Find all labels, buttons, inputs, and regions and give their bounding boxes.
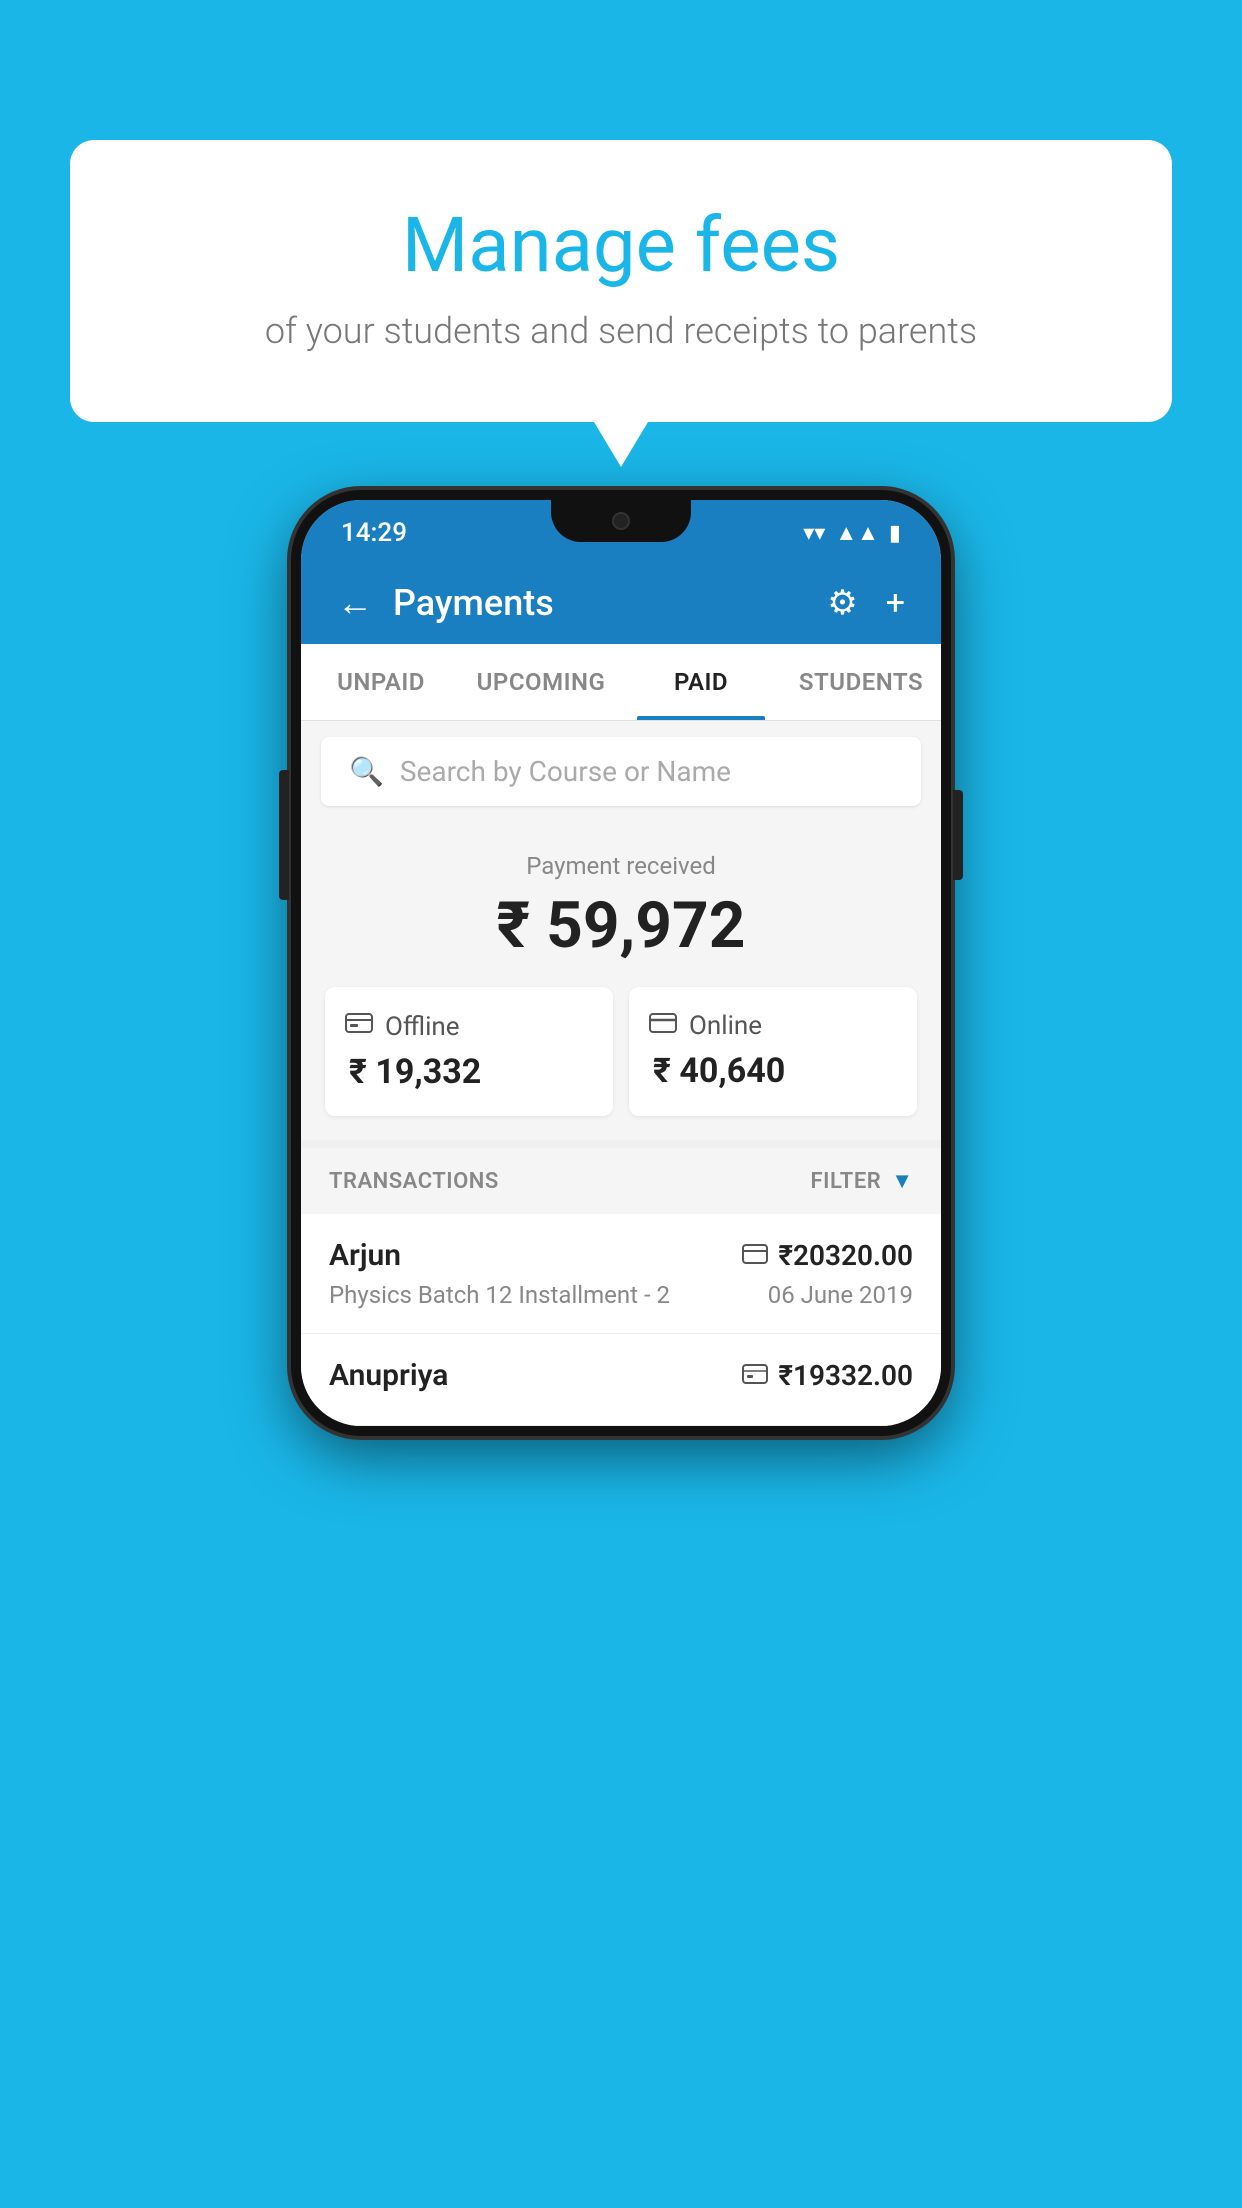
transactions-header: TRANSACTIONS FILTER ▼ [301, 1148, 941, 1214]
filter-icon: ▼ [891, 1168, 913, 1194]
search-container: 🔍 Search by Course or Name [301, 721, 941, 822]
online-icon [649, 1011, 677, 1041]
transaction-bottom-arjun: Physics Batch 12 Installment - 2 06 June… [329, 1281, 913, 1309]
online-card-header: Online [649, 1011, 897, 1041]
cash-payment-icon [742, 1362, 768, 1390]
search-icon: 🔍 [349, 755, 384, 788]
online-amount: ₹ 40,640 [649, 1051, 897, 1091]
bubble-title: Manage fees [120, 200, 1122, 290]
back-button[interactable]: ← [337, 582, 373, 624]
transaction-top-anupriya: Anupriya ₹19332.00 [329, 1358, 913, 1393]
phone-container: 14:29 ▾▾ ▲▲ ▮ ← Payments ⚙ + [291, 490, 951, 1436]
speech-bubble-container: Manage fees of your students and send re… [70, 140, 1172, 422]
table-row[interactable]: Anupriya ₹19332.00 [301, 1334, 941, 1426]
transaction-name: Arjun [329, 1238, 401, 1273]
transaction-amount: ₹19332.00 [778, 1359, 913, 1392]
filter-area[interactable]: FILTER ▼ [811, 1168, 913, 1194]
app-header: ← Payments ⚙ + [301, 562, 941, 644]
offline-label: Offline [385, 1012, 460, 1042]
notch [551, 500, 691, 542]
phone-frame: 14:29 ▾▾ ▲▲ ▮ ← Payments ⚙ + [291, 490, 951, 1436]
table-row[interactable]: Arjun ₹20320.00 Physics Batch 12 Install… [301, 1214, 941, 1334]
tab-paid[interactable]: PAID [621, 644, 781, 720]
speech-bubble: Manage fees of your students and send re… [70, 140, 1172, 422]
offline-card: Offline ₹ 19,332 [325, 987, 613, 1116]
offline-amount: ₹ 19,332 [345, 1052, 593, 1092]
card-payment-icon [742, 1242, 768, 1270]
header-right: ⚙ + [827, 583, 905, 623]
settings-icon[interactable]: ⚙ [827, 583, 857, 623]
status-time: 14:29 [341, 518, 407, 548]
tab-upcoming[interactable]: UPCOMING [461, 644, 621, 720]
transaction-amount: ₹20320.00 [778, 1239, 913, 1272]
header-left: ← Payments [337, 582, 554, 624]
tabs-bar: UNPAID UPCOMING PAID STUDENTS [301, 644, 941, 721]
filter-label: FILTER [811, 1169, 882, 1194]
camera [612, 512, 630, 530]
bubble-subtitle: of your students and send receipts to pa… [120, 310, 1122, 352]
online-label: Online [689, 1011, 762, 1041]
offline-card-header: Offline [345, 1011, 593, 1042]
payment-total: ₹ 59,972 [321, 888, 921, 963]
search-placeholder: Search by Course or Name [400, 755, 731, 788]
add-icon[interactable]: + [886, 583, 905, 623]
wifi-icon: ▾▾ [803, 521, 825, 546]
tab-students[interactable]: STUDENTS [781, 644, 941, 720]
offline-icon [345, 1011, 373, 1042]
transaction-date: 06 June 2019 [768, 1281, 913, 1309]
online-card: Online ₹ 40,640 [629, 987, 917, 1116]
tab-unpaid[interactable]: UNPAID [301, 644, 461, 720]
header-title: Payments [393, 582, 554, 624]
transaction-name: Anupriya [329, 1358, 448, 1393]
transaction-amount-area: ₹20320.00 [742, 1239, 913, 1272]
transaction-course: Physics Batch 12 Installment - 2 [329, 1281, 670, 1309]
signal-icon: ▲▲ [835, 520, 879, 546]
transaction-top-arjun: Arjun ₹20320.00 [329, 1238, 913, 1273]
payment-summary: Payment received ₹ 59,972 [301, 822, 941, 1140]
payment-received-label: Payment received [321, 852, 921, 880]
transaction-amount-area: ₹19332.00 [742, 1359, 913, 1392]
phone-screen: 14:29 ▾▾ ▲▲ ▮ ← Payments ⚙ + [301, 500, 941, 1426]
transactions-label: TRANSACTIONS [329, 1169, 499, 1194]
status-icons: ▾▾ ▲▲ ▮ [803, 520, 901, 546]
search-bar[interactable]: 🔍 Search by Course or Name [321, 737, 921, 806]
payment-cards: Offline ₹ 19,332 Online [321, 987, 921, 1116]
battery-icon: ▮ [889, 521, 901, 546]
